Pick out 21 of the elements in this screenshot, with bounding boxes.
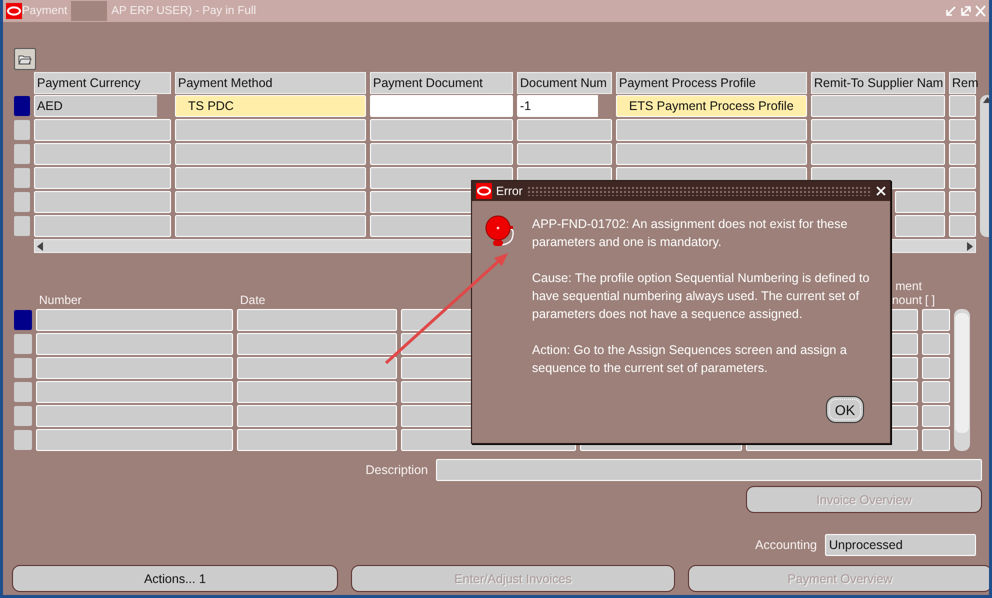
column-header: Payment Document	[370, 72, 513, 94]
error-message: Action: Go to the Assign Sequences screen and assign a sequence to the current set of parameters.	[532, 342, 848, 377]
accounting-field: Unprocessed	[825, 534, 976, 556]
window-title: Payment	[22, 5, 68, 17]
window-title: AP ERP USER) - Pay in Full	[111, 5, 256, 17]
column-header: [ ]	[925, 293, 936, 307]
accounting-label: Accounting	[755, 538, 817, 552]
column-header: ment	[895, 279, 922, 293]
column-header: Remit-To Supplier Nam	[811, 72, 945, 94]
column-header: Payment Process Profile	[616, 72, 807, 94]
column-header: Rem	[949, 72, 976, 94]
description-label: Description	[365, 463, 428, 477]
column-header: Payment Currency	[34, 72, 171, 94]
error-message: APP-FND-01702: An assignment does not exist for these parameters and one is mandatory.	[532, 216, 848, 251]
column-header: nount	[892, 293, 922, 307]
error-message: Cause: The profile option Sequential Numbering is defined to have sequential numbering always used. The current set of parameters does not have a sequence assigned.	[532, 270, 870, 323]
column-header: Number	[39, 293, 82, 307]
column-header: Payment Method	[175, 72, 366, 94]
column-header: Document Num	[517, 72, 612, 94]
column-header: Date	[240, 293, 266, 307]
dialog-title: Error	[496, 184, 523, 198]
